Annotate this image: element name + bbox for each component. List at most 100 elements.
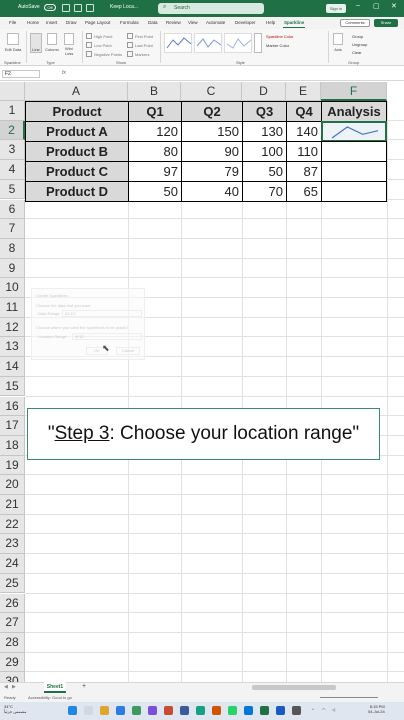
volume-icon[interactable]: ◁ (332, 707, 335, 712)
row-header-5[interactable]: 5 (0, 179, 25, 200)
close-button[interactable]: ✕ (391, 2, 397, 10)
row-header-8[interactable]: 8 (0, 238, 25, 259)
row-header-9[interactable]: 9 (0, 258, 25, 279)
column-header-b[interactable]: B (128, 82, 181, 101)
show-low-point-checkbox[interactable]: Low Point (86, 42, 112, 48)
product-cell[interactable]: Product D (25, 181, 129, 202)
sparkline-style-3[interactable] (224, 33, 252, 53)
app-icon[interactable] (292, 706, 301, 715)
taskbar-clock[interactable]: 8:15 PM 04-Jul-24 (368, 704, 385, 714)
marker-color-button[interactable]: Marker Color (266, 43, 289, 48)
q2-cell[interactable]: 79 (181, 161, 243, 182)
show-negative-points-checkbox[interactable]: Negative Points (86, 51, 122, 57)
show-last-point-checkbox[interactable]: Last Point (127, 42, 153, 48)
tab-review[interactable]: Review (166, 20, 181, 25)
app-icon[interactable] (148, 706, 157, 715)
row-header-18[interactable]: 18 (0, 435, 25, 456)
product-cell[interactable]: Product A (25, 121, 129, 142)
analysis-cell[interactable] (321, 141, 387, 162)
row-header-23[interactable]: 23 (0, 534, 25, 555)
tray-chevron-icon[interactable]: ^ (312, 707, 314, 712)
analysis-cell[interactable] (321, 181, 387, 202)
header-cell-analysis[interactable]: Analysis (321, 101, 387, 122)
group-command[interactable]: Group (352, 34, 363, 39)
product-cell[interactable]: Product B (25, 141, 129, 162)
header-cell-q2[interactable]: Q2 (181, 101, 243, 122)
type-column-button[interactable]: Column (43, 47, 61, 52)
formula-input[interactable] (74, 70, 400, 78)
analysis-cell[interactable] (321, 161, 387, 182)
app-icon[interactable] (196, 706, 205, 715)
sparkline-color-button[interactable]: Sparkline Color (266, 34, 293, 39)
q4-cell[interactable]: 110 (286, 141, 322, 162)
windows-start-icon[interactable] (68, 706, 77, 715)
row-header-13[interactable]: 13 (0, 337, 25, 358)
row-header-24[interactable]: 24 (0, 554, 25, 574)
column-header-e[interactable]: E (286, 82, 321, 101)
sheet-tab-sheet1[interactable]: Sheet1 (44, 682, 66, 693)
q1-cell[interactable]: 80 (128, 141, 182, 162)
row-header-17[interactable]: 17 (0, 416, 25, 436)
cancel-button[interactable]: Cancel (116, 347, 140, 355)
tab-home[interactable]: Home (27, 20, 39, 25)
q3-cell[interactable]: 100 (242, 141, 287, 162)
row-header-16[interactable]: 16 (0, 396, 25, 417)
location-range-field[interactable]: $F$2 (72, 333, 142, 340)
tab-file[interactable]: File (9, 20, 16, 25)
header-cell-q4[interactable]: Q4 (286, 101, 322, 122)
q1-cell[interactable]: 120 (128, 121, 182, 142)
tab-sparkline[interactable]: Sparkline (284, 20, 304, 25)
whatsapp-icon[interactable] (228, 706, 237, 715)
column-header-c[interactable]: C (181, 82, 242, 101)
row-header-7[interactable]: 7 (0, 219, 25, 239)
column-header-a[interactable]: A (25, 82, 128, 101)
axis-button[interactable]: Axis (331, 47, 345, 52)
product-cell[interactable]: Product C (25, 161, 129, 182)
word-icon[interactable] (276, 706, 285, 715)
type-winloss-button[interactable]: Win/ Loss (61, 46, 77, 56)
office-icon[interactable] (164, 706, 173, 715)
column-header-f[interactable]: F (321, 82, 387, 101)
row-header-22[interactable]: 22 (0, 514, 25, 535)
ungroup-command[interactable]: Ungroup (352, 42, 367, 47)
q1-cell[interactable]: 97 (128, 161, 182, 182)
status-accessibility[interactable]: Accessibility: Good to go (28, 695, 72, 700)
data-range-field[interactable]: B2:E2 (62, 310, 142, 317)
q3-cell[interactable]: 70 (242, 181, 287, 202)
zoom-slider[interactable] (320, 697, 378, 698)
edit-data-button[interactable]: Edit Data (2, 47, 24, 52)
column-header-d[interactable]: D (242, 82, 286, 101)
search-box[interactable]: ⌕ Search (158, 3, 264, 14)
app-icon[interactable] (244, 706, 253, 715)
redo-icon[interactable] (86, 4, 94, 12)
row-header-15[interactable]: 15 (0, 376, 25, 397)
sheet-next-icon[interactable]: ▶ (12, 684, 16, 690)
undo-icon[interactable] (74, 4, 82, 12)
row-header-2[interactable]: 2 (0, 120, 25, 141)
row-header-25[interactable]: 25 (0, 573, 25, 594)
comments-button[interactable]: Comments (340, 19, 370, 27)
row-header-6[interactable]: 6 (0, 199, 25, 220)
header-cell-q1[interactable]: Q1 (128, 101, 182, 122)
tab-developer[interactable]: Developer (235, 20, 256, 25)
weather-widget[interactable]: 34°C مشمس جزئياً (4, 704, 26, 714)
chrome-icon[interactable] (132, 706, 141, 715)
row-header-26[interactable]: 26 (0, 593, 25, 614)
file-explorer-icon[interactable] (100, 706, 109, 715)
row-header-12[interactable]: 12 (0, 317, 25, 338)
tab-draw[interactable]: Draw (66, 20, 77, 25)
tab-page-layout[interactable]: Page Layout (85, 20, 110, 25)
row-header-4[interactable]: 4 (0, 160, 25, 180)
styles-more-button[interactable] (254, 33, 262, 53)
select-all-corner[interactable] (0, 82, 25, 101)
q2-cell[interactable]: 90 (181, 141, 243, 162)
analysis-cell-active[interactable] (321, 121, 387, 142)
row-header-11[interactable]: 11 (0, 298, 25, 318)
minimize-button[interactable]: – (356, 2, 360, 9)
share-button[interactable]: Share (374, 19, 398, 27)
row-header-29[interactable]: 29 (0, 652, 25, 673)
q4-cell[interactable]: 65 (286, 181, 322, 202)
q2-cell[interactable]: 40 (181, 181, 243, 202)
autosave-toggle[interactable]: Off (44, 4, 56, 11)
q4-cell[interactable]: 87 (286, 161, 322, 182)
